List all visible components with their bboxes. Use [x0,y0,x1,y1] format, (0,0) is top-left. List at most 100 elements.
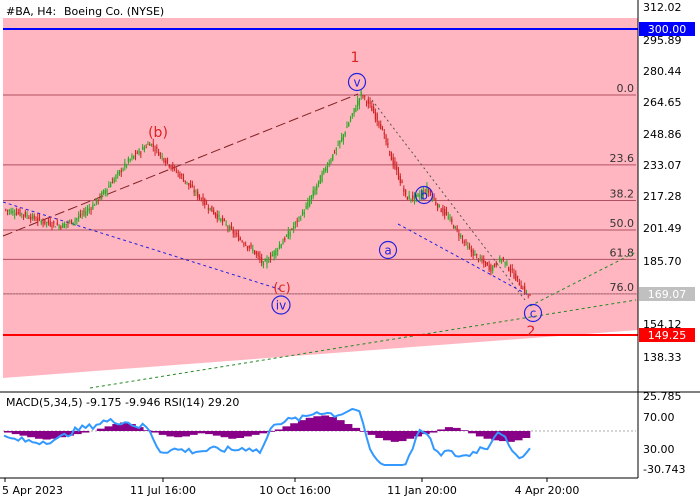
time-tick: 10 Oct 16:00 [259,484,331,497]
candle-body [5,209,7,211]
candle-body [243,243,245,245]
wave-label-a: a [384,244,391,258]
price-chart[interactable]: 0.0 23.6 38.2 50.0 61.8 76.0 (b) 1 v b a (c) [0,0,700,500]
candle-body [149,144,151,146]
macd-bar [181,431,190,437]
candle-body [362,95,364,97]
candle-body [516,275,519,278]
candle-body [232,229,234,234]
chart-symbol: #BA, H4: [6,5,56,18]
candle-body [220,218,222,221]
candle-body [513,272,515,279]
macd-bar [367,431,376,435]
macd-bar [475,431,484,437]
candle-body [328,162,330,165]
candle-body [502,257,504,261]
candle-body [40,220,42,224]
fib-level-label: 50.0 [610,217,635,230]
candle-body [117,171,119,174]
price-tick: 185.70 [643,255,682,268]
candle-body [483,259,485,263]
candle-body [520,285,522,289]
candle-body [294,221,297,225]
candle-body [277,250,279,252]
candle-body [173,166,176,168]
candle-body [445,211,448,215]
candle-body [175,171,177,173]
candle-body [227,226,229,228]
candle-body [122,169,124,171]
candle-body [323,168,325,174]
candle-body [204,198,206,205]
candle-body [163,158,165,162]
macd-bar [104,426,113,431]
candle-body [88,208,90,211]
candle-body [152,143,154,148]
candle-body [85,211,87,216]
candle-body [481,259,483,261]
macd-bar [468,431,477,434]
candle-body [81,214,83,215]
macd-bar [158,431,167,435]
macd-bar [274,429,283,431]
candle-body [56,222,58,225]
candle-body [170,165,172,169]
candle-body [436,203,439,209]
candle-body [179,173,181,178]
candle-body [197,191,199,198]
macd-bar [452,427,461,431]
candle-body [387,143,389,146]
candle-body [357,100,359,107]
chart-instrument-name: Boeing Co. (NYSE) [64,5,164,18]
candle-body [479,257,481,259]
candle-body [344,132,346,136]
candle-body [417,193,419,196]
candle-body [136,152,138,154]
candle-body [225,224,227,226]
macd-bar [150,431,160,433]
candle-body [198,194,201,199]
candle-body [309,199,311,206]
candle-body [230,225,233,229]
candle-body [316,185,318,190]
candle-body [104,190,106,194]
candle-body [433,196,435,200]
candle-body [373,106,375,114]
candle-body [253,250,256,255]
price-tick: 201.49 [643,222,682,235]
candle-body [408,195,410,200]
macd-bar [522,431,531,438]
candle-body [287,231,289,239]
candle-body [325,169,327,171]
candle-body [250,244,252,247]
candle-body [486,262,488,265]
candle-body [527,294,529,295]
time-tick: 11 Jan 20:00 [387,484,457,497]
macd-bar [243,431,252,437]
fib-level-label: 61.8 [610,246,635,259]
candle-body [70,219,73,224]
time-tick: 5 Apr 2023 [2,484,63,497]
candle-body [447,216,449,218]
macd-bar [259,431,268,434]
candle-body [490,265,492,272]
candle-body [380,124,382,130]
candle-body [278,245,281,248]
candle-body [156,147,158,149]
macd-bar [406,431,415,439]
candle-body [166,158,169,163]
candle-body [468,247,471,249]
candle-body [127,158,129,163]
candle-body [399,176,401,184]
macd-bar [81,431,90,433]
candle-body [202,196,204,205]
candle-body [401,181,403,183]
candle-body [245,245,247,246]
candle-body [460,235,462,238]
indicator-tick: 25.785 [643,390,682,403]
candle-body [477,258,480,262]
candle-body [26,215,28,216]
candle-body [38,217,41,219]
candle-body [177,172,179,173]
candle-body [524,286,526,293]
